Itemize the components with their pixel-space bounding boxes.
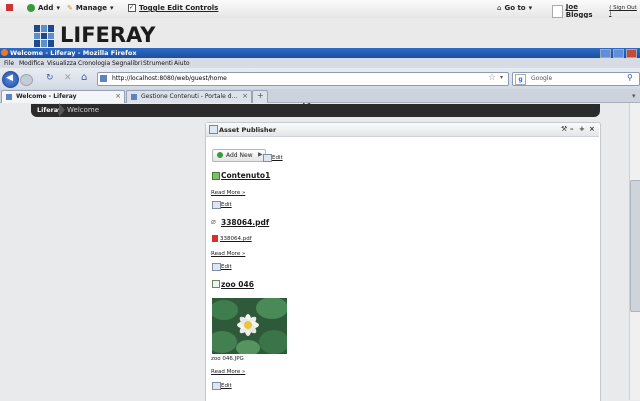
back-button[interactable]: ◀: [2, 71, 19, 88]
pdf-icon: [212, 235, 218, 242]
pencil-icon: ✎: [67, 4, 73, 12]
menu-visualizza[interactable]: Visualizza: [47, 60, 77, 67]
menu-segnalibri[interactable]: Segnalibri: [112, 60, 142, 67]
liferay-logo-icon: [34, 25, 56, 47]
list-tabs-icon[interactable]: ▾: [632, 92, 636, 100]
water-lily-thumbnail[interactable]: [212, 298, 287, 354]
search-icon[interactable]: ⚲: [627, 73, 633, 82]
menu-strumenti[interactable]: Strumenti: [143, 60, 173, 67]
reload-icon[interactable]: ↻: [46, 73, 54, 83]
new-tab-button[interactable]: +: [252, 90, 268, 103]
avatar: [552, 4, 563, 18]
image-icon: [212, 280, 220, 288]
maximize-button[interactable]: [613, 49, 624, 58]
edit-icon[interactable]: [212, 263, 221, 271]
minimize-button[interactable]: [600, 49, 611, 58]
goto-menu[interactable]: ⌂ Go to ▾: [497, 4, 532, 12]
logo-text: LIFERAY: [60, 23, 156, 47]
portlet-icon: [209, 125, 218, 134]
add-icon: [27, 4, 35, 12]
url-bar[interactable]: http://localhost:8080/web/guest/home ☆ ▾: [97, 72, 509, 86]
image-caption: zoo 046.JPG: [211, 356, 244, 362]
user-area: Joe Bloggs ( Sign Out ): [552, 3, 640, 19]
liferay-icon: [6, 4, 13, 11]
chevron-down-icon: ▾: [56, 4, 60, 12]
breadcrumb-current: Welcome: [67, 106, 100, 114]
sign-out-link[interactable]: ( Sign Out ): [609, 5, 640, 17]
chevron-down-icon: ▾: [110, 4, 114, 12]
tab-favicon: [131, 94, 137, 100]
google-icon[interactable]: g: [515, 74, 526, 85]
checkbox-icon: ✓: [128, 4, 136, 12]
close-tab-icon[interactable]: ×: [242, 92, 248, 100]
edit-icon[interactable]: [263, 154, 272, 162]
add-new-button[interactable]: Add New ▶: [212, 149, 266, 162]
add-icon: [217, 152, 223, 158]
menu-aiuto[interactable]: Aiuto: [174, 60, 190, 67]
home-icon: ⌂: [497, 4, 502, 12]
read-more-link[interactable]: Read More »: [211, 190, 245, 196]
breadcrumb: [31, 104, 600, 117]
edit-icon[interactable]: [212, 201, 221, 209]
edit-link[interactable]: Edit: [221, 264, 232, 270]
asset-title[interactable]: zoo 046: [221, 280, 254, 289]
toggle-edit-controls[interactable]: ✓ Toggle Edit Controls: [128, 4, 218, 12]
site-icon: [100, 75, 107, 82]
back-arrow-icon: ◀: [6, 73, 13, 83]
close-icon[interactable]: ×: [589, 125, 595, 133]
maximize-icon[interactable]: +: [579, 125, 585, 133]
bookmark-star-icon[interactable]: ☆: [488, 73, 496, 83]
edit-link[interactable]: Edit: [272, 155, 283, 161]
menu-file[interactable]: File: [4, 60, 14, 67]
add-menu[interactable]: Add ▾: [27, 4, 60, 12]
menu-cronologia[interactable]: Cronologia: [78, 60, 110, 67]
stop-icon[interactable]: ✕: [64, 73, 72, 83]
asset-publisher-portlet: [205, 122, 601, 401]
search-bar[interactable]: g Google ⚲: [512, 72, 640, 86]
firefox-icon: [1, 49, 8, 56]
edit-icon[interactable]: [212, 382, 221, 390]
liferay-dock: Add ▾ ✎ Manage ▾ ✓ Toggle Edit Controls ⌂ …: [0, 0, 640, 19]
menu-bar: File Modifica Visualizza Cronologia Segn…: [0, 58, 640, 68]
asset-title[interactable]: Contenuto1: [221, 171, 270, 180]
menu-modifica[interactable]: Modifica: [19, 60, 44, 67]
dropdown-icon[interactable]: ▾: [500, 74, 503, 81]
minimize-icon[interactable]: –: [570, 125, 574, 133]
read-more-link[interactable]: Read More »: [211, 251, 245, 257]
file-link[interactable]: 338064.pdf: [220, 236, 252, 242]
edit-link[interactable]: Edit: [221, 202, 232, 208]
search-placeholder: Google: [531, 75, 553, 82]
edit-link[interactable]: Edit: [221, 383, 232, 389]
url-text: http://localhost:8080/web/guest/home: [112, 75, 227, 82]
web-content-icon: [212, 172, 220, 180]
window-title: Welcome - Liferay - Mozilla Firefox: [10, 49, 137, 57]
forward-button[interactable]: [20, 74, 33, 86]
paperclip-icon: ⌀: [211, 217, 216, 226]
portlet-title: Asset Publisher: [219, 126, 277, 134]
manage-menu[interactable]: ✎ Manage ▾: [67, 4, 114, 12]
home-icon[interactable]: ⌂: [81, 72, 87, 83]
close-tab-icon[interactable]: ×: [115, 92, 121, 100]
close-button[interactable]: [626, 49, 637, 58]
tab-favicon: [6, 94, 12, 100]
read-more-link[interactable]: Read More »: [211, 369, 245, 375]
plus-icon: +: [257, 91, 264, 100]
window-title-bar: Welcome - Liferay - Mozilla Firefox: [0, 48, 640, 58]
tab-welcome-liferay[interactable]: Welcome - Liferay ×: [1, 90, 125, 103]
chevron-right-icon: ▶: [258, 151, 263, 158]
chevron-down-icon: ▾: [528, 4, 533, 12]
configuration-icon[interactable]: ⚒: [561, 125, 567, 133]
user-name[interactable]: Joe Bloggs: [566, 3, 606, 19]
tab-gestione-contenuti[interactable]: Gestione Contenuti - Portale del Comun..…: [126, 90, 252, 103]
breadcrumb-separator: [59, 103, 65, 117]
scrollbar-thumb[interactable]: [630, 180, 640, 312]
asset-title[interactable]: 338064.pdf: [221, 218, 269, 227]
